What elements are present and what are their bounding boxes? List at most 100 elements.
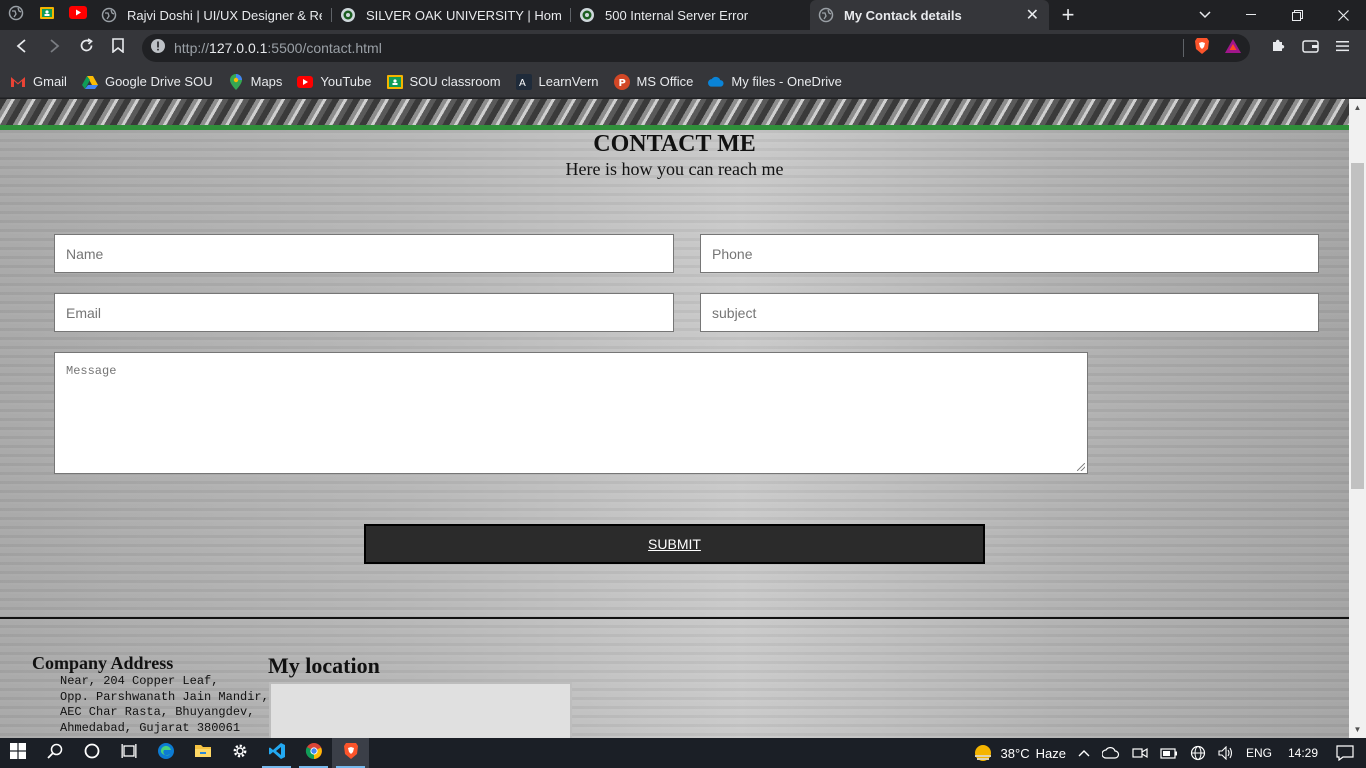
vscode-taskbar-button[interactable] (258, 738, 295, 768)
volume-icon[interactable] (1218, 746, 1234, 760)
system-tray: 38°C Haze ENG 14:29 (967, 738, 1366, 768)
settings-taskbar-button[interactable] (221, 738, 258, 768)
resize-handle-icon[interactable] (1077, 463, 1085, 471)
clock[interactable]: 14:29 (1288, 746, 1318, 760)
map-embed[interactable] (269, 682, 572, 738)
pinned-tab-classroom[interactable] (31, 0, 62, 30)
bookmark-ms-office[interactable]: P MS Office (613, 73, 693, 90)
restore-button[interactable] (1274, 0, 1320, 30)
meet-now-icon[interactable] (1132, 746, 1148, 760)
battery-icon[interactable] (1160, 747, 1178, 759)
task-view-button[interactable] (110, 738, 147, 768)
youtube-icon (68, 6, 87, 24)
scrollbar-thumb[interactable] (1351, 163, 1364, 489)
submit-button[interactable]: SUBMIT (364, 524, 985, 564)
bookmark-youtube[interactable]: YouTube (297, 74, 372, 90)
scroll-down-arrow-icon[interactable]: ▼ (1349, 721, 1366, 738)
subject-input[interactable]: subject (700, 293, 1319, 332)
language-indicator[interactable]: ENG (1246, 746, 1272, 760)
message-textarea[interactable]: Message (54, 352, 1088, 474)
location-title: My location (268, 653, 380, 678)
minimize-button[interactable] (1228, 0, 1274, 30)
new-tab-button[interactable]: + (1049, 0, 1087, 30)
chrome-taskbar-button[interactable] (295, 738, 332, 768)
edge-taskbar-button[interactable] (147, 738, 184, 768)
weather-icon[interactable] (973, 744, 993, 762)
bookmark-maps[interactable]: Maps (228, 73, 282, 90)
gear-icon (232, 743, 248, 764)
site-info-icon[interactable] (150, 38, 166, 59)
bookmark-label: Google Drive SOU (104, 74, 213, 89)
windows-taskbar: 38°C Haze ENG 14:29 (0, 738, 1366, 768)
tab-silver-oak[interactable]: SILVER OAK UNIVERSITY | Home (332, 0, 571, 30)
address-bar[interactable]: http://127.0.0.1:5500/contact.html (142, 34, 1250, 62)
page-viewport: CONTACT ME Here is how you can reach me … (0, 99, 1349, 738)
onedrive-sync-icon[interactable] (1101, 747, 1120, 759)
browser-toolbar: http://127.0.0.1:5500/contact.html (0, 30, 1366, 66)
pinned-tab-globe[interactable] (0, 0, 31, 30)
name-input[interactable]: Name (54, 234, 674, 273)
tab-rajvi-doshi[interactable]: Rajvi Doshi | UI/UX Designer & React D (93, 0, 332, 30)
hamburger-menu-icon (1335, 39, 1349, 57)
bookmark-label: YouTube (320, 74, 372, 89)
bookmark-onedrive[interactable]: My files - OneDrive (708, 74, 842, 90)
pinned-tab-youtube[interactable] (62, 0, 93, 30)
tab-title: Rajvi Doshi | UI/UX Designer & React D (127, 7, 322, 23)
brave-shields-icon[interactable] (1194, 37, 1210, 60)
tab-server-error[interactable]: 500 Internal Server Error (571, 0, 810, 30)
close-window-button[interactable] (1320, 0, 1366, 30)
menu-button[interactable] (1326, 32, 1358, 64)
brave-rewards-icon[interactable] (1224, 38, 1242, 59)
notification-icon[interactable] (1336, 745, 1354, 761)
bookmark-learnvern[interactable]: A LearnVern (515, 73, 599, 90)
reload-icon (79, 38, 94, 58)
phone-input[interactable]: Phone (700, 234, 1319, 273)
bookmark-gmail[interactable]: Gmail (10, 74, 67, 90)
youtube-icon (297, 74, 314, 90)
weather-temperature[interactable]: 38°C (1001, 746, 1030, 761)
drive-icon (81, 74, 98, 90)
bookmark-sou-classroom[interactable]: SOU classroom (386, 74, 501, 90)
start-button[interactable] (0, 738, 36, 768)
page-title: CONTACT ME (593, 131, 756, 157)
brave-taskbar-button[interactable] (332, 738, 369, 768)
toolbar-right (1262, 32, 1358, 64)
svg-text:P: P (618, 78, 625, 89)
scroll-up-arrow-icon[interactable]: ▲ (1349, 99, 1366, 116)
weather-condition[interactable]: Haze (1036, 746, 1066, 761)
search-button[interactable] (36, 738, 73, 768)
maps-icon (228, 73, 244, 90)
page-scrollbar[interactable]: ▲ ▼ (1349, 99, 1366, 738)
tab-strip: Rajvi Doshi | UI/UX Designer & React D S… (0, 0, 1366, 30)
chevron-up-icon[interactable] (1078, 749, 1090, 757)
extensions-button[interactable] (1262, 32, 1294, 64)
pinned-tabs (0, 0, 93, 30)
message-placeholder: Message (66, 364, 117, 378)
bookmark-google-drive[interactable]: Google Drive SOU (81, 74, 213, 90)
gmail-icon (10, 74, 26, 90)
cortana-button[interactable] (73, 738, 110, 768)
section-divider (0, 617, 1349, 619)
close-icon[interactable]: ✕ (1026, 5, 1039, 25)
tab-title: SILVER OAK UNIVERSITY | Home (366, 7, 561, 23)
company-address-title: Company Address (32, 653, 174, 673)
globe-icon (818, 7, 834, 23)
back-button[interactable] (6, 32, 38, 64)
url-suffix: :5500/contact.html (267, 40, 382, 56)
bookmark-label: LearnVern (538, 74, 599, 89)
classroom-icon (386, 74, 403, 90)
file-explorer-taskbar-button[interactable] (184, 738, 221, 768)
tab-list-chevron-icon[interactable] (1182, 0, 1228, 30)
windows-logo-icon (10, 742, 26, 764)
tab-contact-details[interactable]: My Contack details ✕ (810, 0, 1049, 30)
email-input[interactable]: Email (54, 293, 674, 332)
network-globe-icon[interactable] (1190, 745, 1206, 761)
bookmark-label: SOU classroom (409, 74, 501, 89)
bookmark-button[interactable] (102, 32, 134, 64)
url-prefix: http:// (174, 40, 210, 56)
folder-icon (194, 743, 212, 763)
bookmark-label: My files - OneDrive (731, 74, 842, 89)
wallet-button[interactable] (1294, 32, 1326, 64)
forward-button[interactable] (38, 32, 70, 64)
reload-button[interactable] (70, 32, 102, 64)
